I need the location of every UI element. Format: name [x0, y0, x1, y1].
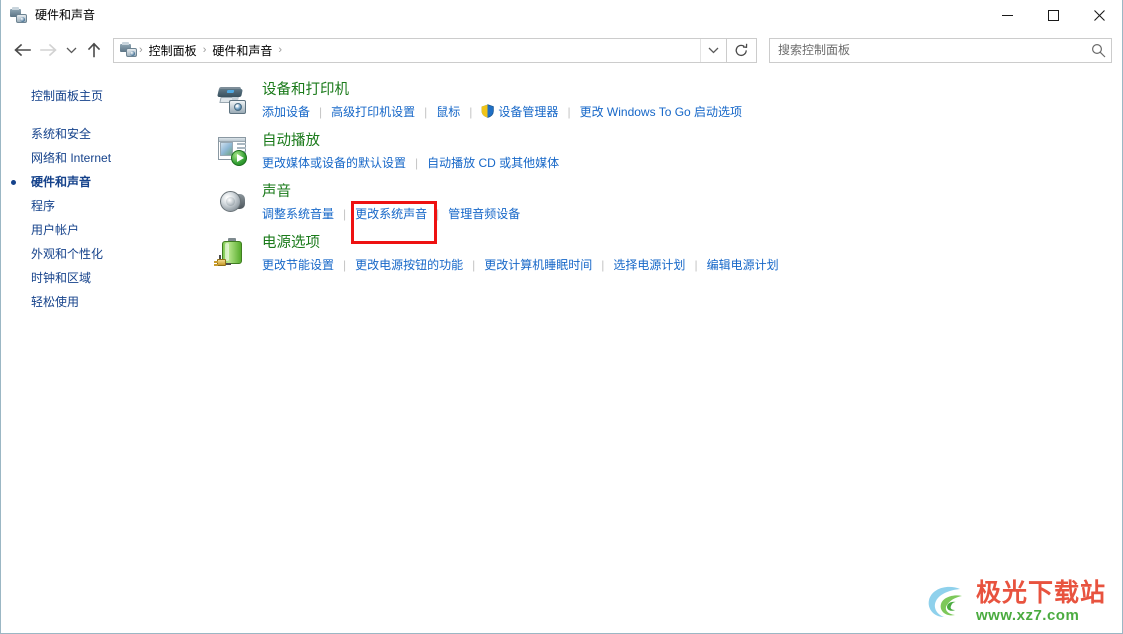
- sidebar-item-hardware-and-sound[interactable]: 硬件和声音: [1, 170, 209, 194]
- watermark-url: www.xz7.com: [975, 607, 1080, 624]
- link-change-computer-sleep-time[interactable]: 更改计算机睡眠时间: [484, 255, 592, 275]
- link-divider: |: [415, 156, 419, 170]
- minimize-button[interactable]: [984, 0, 1030, 31]
- link-divider: |: [436, 207, 440, 221]
- link-divider: |: [472, 258, 476, 272]
- back-button[interactable]: [9, 37, 35, 63]
- sidebar-item-system-and-security[interactable]: 系统和安全: [1, 122, 209, 146]
- category-power-options: 电源选项 更改节能设置 | 更改电源按钮的功能 | 更改计算机睡眠时间 | 选择…: [209, 232, 1122, 281]
- category-links-devices-and-printers: 添加设备 | 高级打印机设置 | 鼠标 | 设备管理器 | 更改 Windows…: [262, 102, 1122, 122]
- breadcrumb-separator-2[interactable]: ›: [277, 44, 283, 56]
- category-links-sound: 调整系统音量 | 更改系统声音 | 管理音频设备: [262, 204, 1122, 224]
- category-title-power-options[interactable]: 电源选项: [262, 232, 320, 254]
- watermark-logo-icon: [928, 586, 962, 617]
- sidebar-item-programs[interactable]: 程序: [1, 194, 209, 218]
- sidebar: 控制面板主页 系统和安全 网络和 Internet 硬件和声音 程序 用户帐户 …: [1, 69, 209, 632]
- link-divider: |: [567, 105, 571, 119]
- address-dropdown-button[interactable]: [700, 38, 726, 62]
- link-add-device[interactable]: 添加设备: [262, 102, 310, 122]
- link-divider: |: [601, 258, 605, 272]
- category-links-power-options: 更改节能设置 | 更改电源按钮的功能 | 更改计算机睡眠时间 | 选择电源计划 …: [262, 255, 1122, 275]
- category-title-sound[interactable]: 声音: [262, 181, 291, 203]
- window-title: 硬件和声音: [35, 7, 96, 22]
- link-adjust-system-volume[interactable]: 调整系统音量: [262, 204, 334, 224]
- link-choose-power-plan[interactable]: 选择电源计划: [613, 255, 685, 275]
- speaker-icon: [217, 186, 249, 218]
- sidebar-item-appearance-and-personalization[interactable]: 外观和个性化: [1, 242, 209, 266]
- link-divider: |: [469, 105, 473, 119]
- link-divider: |: [343, 207, 347, 221]
- link-change-default-settings-for-media[interactable]: 更改媒体或设备的默认设置: [262, 153, 406, 173]
- up-button[interactable]: [81, 37, 107, 63]
- search-input[interactable]: [770, 43, 1085, 57]
- window-body: 控制面板主页 系统和安全 网络和 Internet 硬件和声音 程序 用户帐户 …: [1, 69, 1122, 632]
- refresh-button[interactable]: [727, 37, 757, 63]
- close-button[interactable]: [1076, 0, 1122, 31]
- sidebar-item-clock-and-region[interactable]: 时钟和区域: [1, 266, 209, 290]
- category-devices-and-printers: 设备和打印机 添加设备 | 高级打印机设置 | 鼠标 | 设备管理器 | 更改 …: [209, 79, 1122, 128]
- watermark: 极光下载站 www.xz7.com: [926, 581, 1106, 623]
- navigation-toolbar: › 控制面板 › 硬件和声音 ›: [1, 31, 1122, 69]
- battery-plug-icon: [214, 237, 249, 269]
- category-title-devices-and-printers[interactable]: 设备和打印机: [262, 79, 349, 101]
- link-play-cd-or-other-media[interactable]: 自动播放 CD 或其他媒体: [427, 153, 559, 173]
- link-change-power-saving-settings[interactable]: 更改节能设置: [262, 255, 334, 275]
- sidebar-item-ease-of-access[interactable]: 轻松使用: [1, 290, 209, 314]
- link-advanced-printer-setup[interactable]: 高级打印机设置: [331, 102, 415, 122]
- link-windows-to-go-startup-options[interactable]: 更改 Windows To Go 启动选项: [580, 102, 742, 122]
- link-device-manager[interactable]: 设备管理器: [481, 102, 558, 122]
- printer-camera-icon: [217, 84, 249, 116]
- recent-locations-button[interactable]: [61, 37, 81, 63]
- link-change-system-sounds[interactable]: 更改系统声音: [355, 204, 427, 224]
- title-bar: 硬件和声音: [1, 0, 1122, 31]
- sidebar-item-user-accounts[interactable]: 用户帐户: [1, 218, 209, 242]
- window-controls: [984, 0, 1122, 31]
- content-area: 设备和打印机 添加设备 | 高级打印机设置 | 鼠标 | 设备管理器 | 更改 …: [209, 69, 1122, 632]
- breadcrumb: › 控制面板 › 硬件和声音 ›: [114, 40, 700, 61]
- link-device-manager-label: 设备管理器: [498, 105, 559, 119]
- link-divider: |: [424, 105, 428, 119]
- link-change-power-button-behavior[interactable]: 更改电源按钮的功能: [355, 255, 463, 275]
- search-box[interactable]: [769, 37, 1112, 63]
- maximize-button[interactable]: [1030, 0, 1076, 31]
- link-mouse[interactable]: 鼠标: [436, 102, 460, 122]
- control-panel-window: 硬件和声音 › 控制面板 › 硬件和声音 › 搜索控制面板 控制面板主页 系统和…: [0, 0, 1123, 634]
- autoplay-icon: [217, 135, 249, 167]
- link-divider: |: [694, 258, 698, 272]
- breadcrumb-icon: [120, 42, 137, 58]
- address-bar[interactable]: › 控制面板 › 硬件和声音 ›: [113, 37, 727, 63]
- forward-button[interactable]: [35, 37, 61, 63]
- uac-shield-icon: [481, 104, 495, 118]
- category-title-autoplay[interactable]: 自动播放: [262, 130, 320, 152]
- search-icon[interactable]: [1085, 39, 1111, 62]
- sidebar-item-home[interactable]: 控制面板主页: [1, 84, 209, 108]
- link-divider: |: [319, 105, 323, 119]
- category-autoplay: 自动播放 更改媒体或设备的默认设置 | 自动播放 CD 或其他媒体: [209, 130, 1122, 179]
- link-edit-power-plan[interactable]: 编辑电源计划: [707, 255, 779, 275]
- category-links-autoplay: 更改媒体或设备的默认设置 | 自动播放 CD 或其他媒体: [262, 153, 1122, 173]
- watermark-title: 极光下载站: [975, 579, 1106, 607]
- link-divider: |: [343, 258, 347, 272]
- link-manage-audio-devices[interactable]: 管理音频设备: [448, 204, 520, 224]
- category-sound: 声音 调整系统音量 | 更改系统声音 | 管理音频设备: [209, 181, 1122, 230]
- sidebar-item-network-and-internet[interactable]: 网络和 Internet: [1, 146, 209, 170]
- window-icon: [10, 6, 27, 24]
- breadcrumb-item-control-panel[interactable]: 控制面板: [144, 40, 202, 61]
- breadcrumb-item-hardware-and-sound[interactable]: 硬件和声音: [207, 40, 277, 61]
